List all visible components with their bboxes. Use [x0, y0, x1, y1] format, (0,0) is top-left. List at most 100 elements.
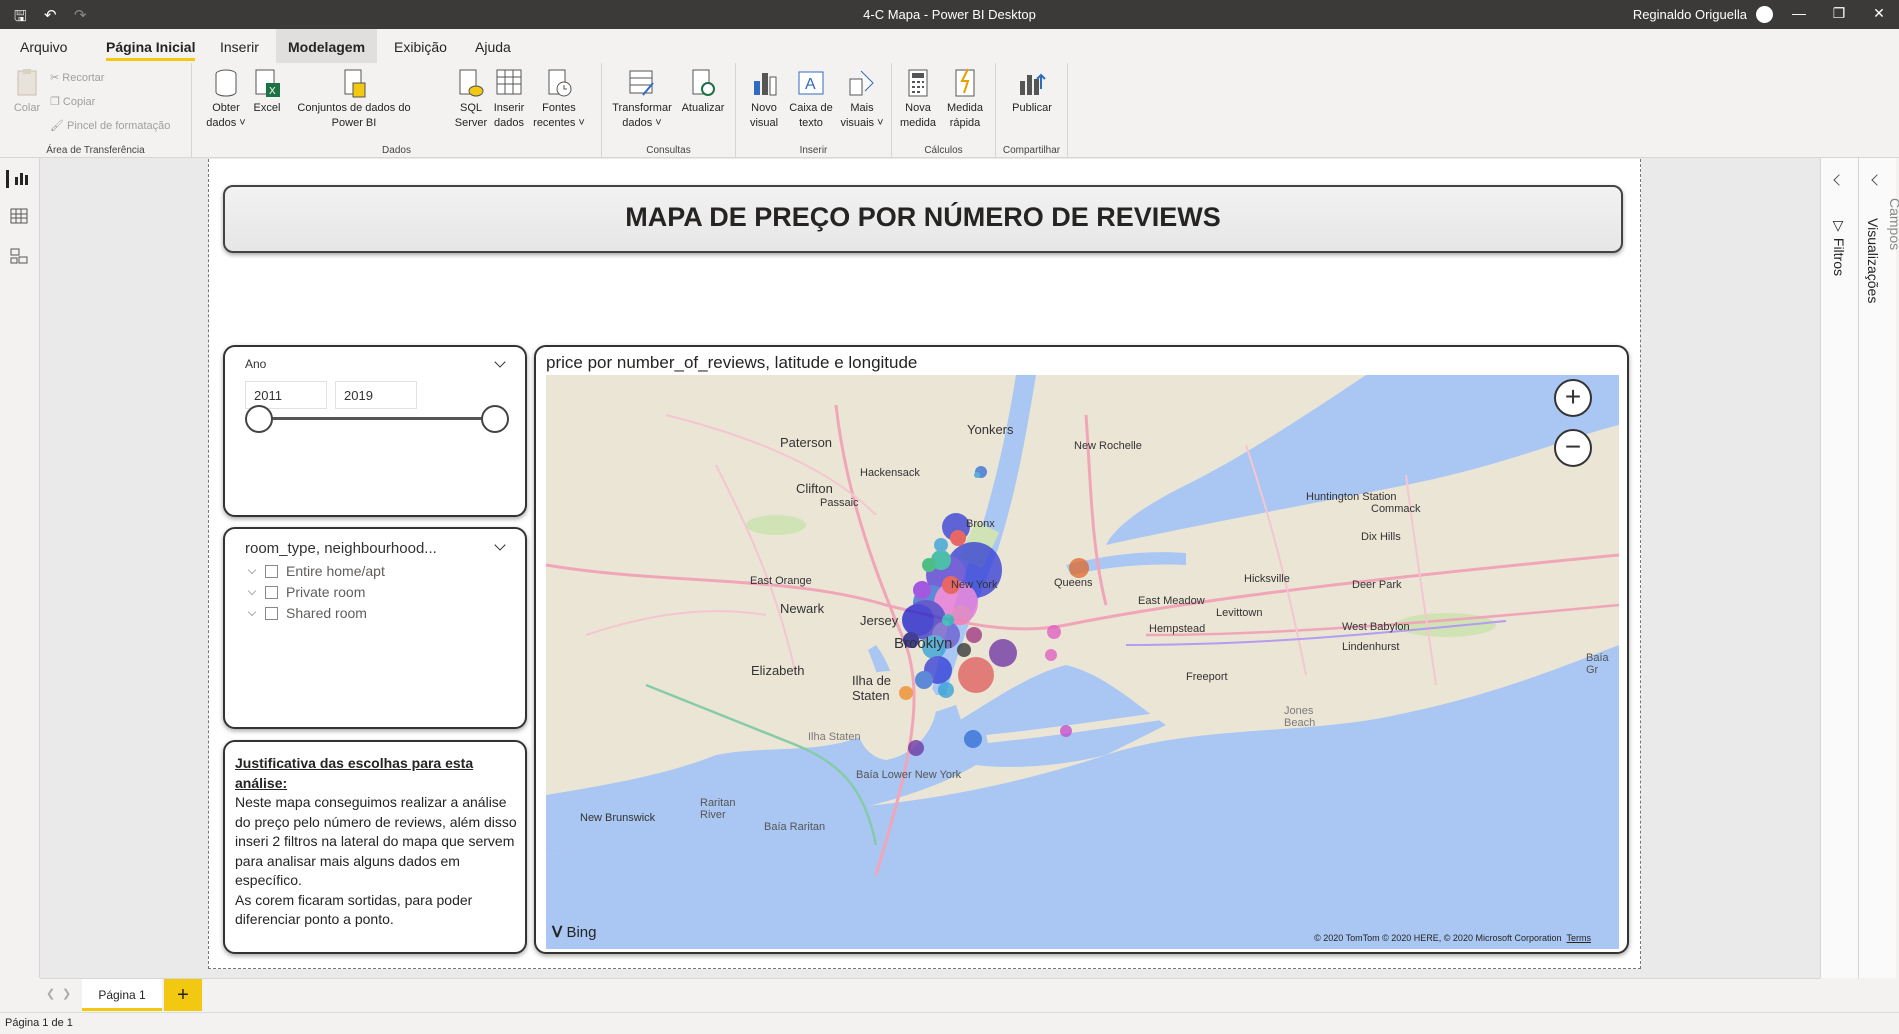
table-icon: [494, 67, 524, 99]
map-label: Clifton: [796, 481, 833, 496]
map-title: price por number_of_reviews, latitude e …: [546, 353, 918, 372]
expand-icon[interactable]: [247, 565, 257, 575]
map-background: [546, 375, 1619, 949]
visualizations-pane[interactable]: Visualizações Campos: [1858, 158, 1899, 978]
bing-icon: ᐯ: [552, 924, 563, 941]
menu-exibicao[interactable]: Exibição: [382, 29, 459, 63]
database-icon: [211, 67, 241, 99]
checkbox[interactable]: [265, 586, 278, 599]
year-slider-start-handle[interactable]: [245, 405, 273, 433]
map-label: Hackensack: [860, 467, 920, 479]
restore-icon[interactable]: ❐: [1824, 5, 1854, 22]
menu-arquivo[interactable]: Arquivo: [8, 29, 79, 63]
menu-inserir[interactable]: Inserir: [208, 29, 271, 63]
menu-ajuda[interactable]: Ajuda: [463, 29, 523, 63]
checkbox[interactable]: [265, 565, 278, 578]
recent-sources-button[interactable]: Fontes recentes ˅: [532, 67, 586, 131]
map-label: Jones Beach: [1284, 705, 1316, 729]
expand-icon[interactable]: [247, 607, 257, 617]
data-view-icon[interactable]: [10, 208, 30, 226]
justification-heading: Justificativa das escolhas para esta aná…: [235, 755, 474, 791]
map-label: Yonkers: [967, 422, 1014, 437]
map-label: Baía Raritan: [764, 821, 826, 833]
svg-text:A: A: [805, 76, 816, 93]
refresh-button[interactable]: Atualizar: [678, 67, 728, 116]
map-label: Lindenhurst: [1342, 641, 1400, 653]
zoom-out-button[interactable]: −: [1554, 429, 1592, 467]
map-label: Ilha de Staten: [852, 673, 892, 703]
publish-icon: [1017, 67, 1047, 99]
page-tab-1[interactable]: Página 1: [82, 979, 162, 1011]
enter-data-button[interactable]: Inserir dados: [490, 67, 528, 131]
user-name[interactable]: Reginaldo Origuella: [1633, 7, 1747, 22]
publish-button[interactable]: Publicar: [1008, 67, 1056, 116]
filters-label: Filtros: [1831, 237, 1847, 277]
justification-textbox[interactable]: Justificativa das escolhas para esta aná…: [223, 740, 527, 954]
filters-pane[interactable]: ▽ Filtros: [1820, 158, 1858, 978]
map-label: Paterson: [780, 435, 833, 450]
room-option-private[interactable]: Private room: [245, 584, 365, 600]
map-label: New York: [951, 579, 998, 591]
map-label: Hicksville: [1244, 573, 1290, 585]
zoom-in-button[interactable]: +: [1554, 379, 1592, 417]
calculations-group-label: Cálculos: [924, 145, 963, 156]
menu-modelagem[interactable]: Modelagem: [276, 29, 378, 63]
year-slider-track[interactable]: [259, 417, 495, 420]
bing-logo: ᐯ Bing: [552, 924, 597, 941]
year-slider-end-handle[interactable]: [481, 405, 509, 433]
ribbon: Colar ✂ Recortar ❐ Copiar 🖌 Pincel de fo…: [0, 63, 1899, 158]
get-data-button[interactable]: Obter dados ˅: [204, 67, 248, 131]
next-page-icon[interactable]: ❯: [62, 987, 71, 1000]
more-visuals-button[interactable]: Mais visuais ˅: [838, 67, 886, 131]
map-copyright: © 2020 TomTom © 2020 HERE, © 2020 Micros…: [1314, 933, 1591, 943]
paste-icon: [12, 67, 42, 99]
menu-bar: Arquivo Página Inicial Inserir Modelagem…: [0, 29, 1899, 63]
text-box-icon: A: [796, 67, 826, 99]
format-painter-button: 🖌 Pincel de formatação: [50, 120, 171, 132]
report-title-box[interactable]: MAPA DE PREÇO POR NÚMERO DE REVIEWS: [223, 185, 1623, 253]
map-label: Queens: [1054, 577, 1093, 589]
powerbi-datasets-button[interactable]: Conjuntos de dados do Power BI: [288, 67, 420, 131]
room-option-shared[interactable]: Shared room: [245, 605, 367, 621]
share-group: Publicar Compartilhar: [996, 63, 1068, 158]
checkbox[interactable]: [265, 607, 278, 620]
close-icon[interactable]: ✕: [1864, 5, 1894, 22]
text-box-button[interactable]: A Caixa de texto: [786, 67, 836, 131]
expand-icon[interactable]: [247, 586, 257, 596]
chevron-down-icon[interactable]: [494, 356, 506, 368]
collapse-arrow-icon[interactable]: [1833, 174, 1845, 186]
report-view-icon[interactable]: [6, 170, 28, 188]
year-slicer[interactable]: Ano 2011 2019: [223, 345, 527, 517]
menu-pagina-inicial[interactable]: Página Inicial: [94, 29, 207, 63]
model-view-icon[interactable]: [10, 248, 30, 266]
room-option-entire[interactable]: Entire home/apt: [245, 563, 385, 579]
sql-server-button[interactable]: SQL Server: [454, 67, 488, 131]
map-label: Ilha Staten: [808, 731, 861, 743]
quick-measure-icon: [950, 67, 980, 99]
add-page-button[interactable]: +: [164, 979, 202, 1011]
map-label: Jersey: [860, 613, 899, 628]
prev-page-icon[interactable]: ❮: [46, 987, 55, 1000]
room-type-slicer[interactable]: room_type, neighbourhood... Entire home/…: [223, 527, 527, 729]
avatar[interactable]: [1756, 6, 1773, 23]
collapse-arrow-icon[interactable]: [1871, 174, 1883, 186]
map-label: Newark: [780, 601, 825, 616]
map-label: Passaic: [820, 497, 859, 509]
quick-measure-button[interactable]: Medida rápida: [942, 67, 988, 131]
minimize-icon[interactable]: —: [1784, 5, 1814, 21]
bing-map[interactable]: Paterson Yonkers New Rochelle Hackensack…: [546, 375, 1619, 949]
new-visual-button[interactable]: Novo visual: [744, 67, 784, 131]
map-visual[interactable]: price por number_of_reviews, latitude e …: [534, 345, 1629, 954]
visualizations-label: Visualizações: [1865, 218, 1881, 304]
map-label: New Rochelle: [1074, 440, 1142, 452]
excel-button[interactable]: X Excel: [250, 67, 284, 116]
terms-link[interactable]: Terms: [1567, 933, 1592, 943]
transform-data-button[interactable]: Transformar dados ˅: [610, 67, 674, 131]
map-label: Bronx: [966, 518, 995, 530]
window-title: 4-C Mapa - Power BI Desktop: [863, 7, 1036, 22]
new-measure-button[interactable]: Nova medida: [898, 67, 938, 131]
report-title: MAPA DE PREÇO POR NÚMERO DE REVIEWS: [625, 202, 1221, 232]
year-to-input[interactable]: 2019: [335, 381, 417, 409]
share-group-label: Compartilhar: [1002, 145, 1061, 156]
chevron-down-icon[interactable]: [494, 539, 506, 551]
